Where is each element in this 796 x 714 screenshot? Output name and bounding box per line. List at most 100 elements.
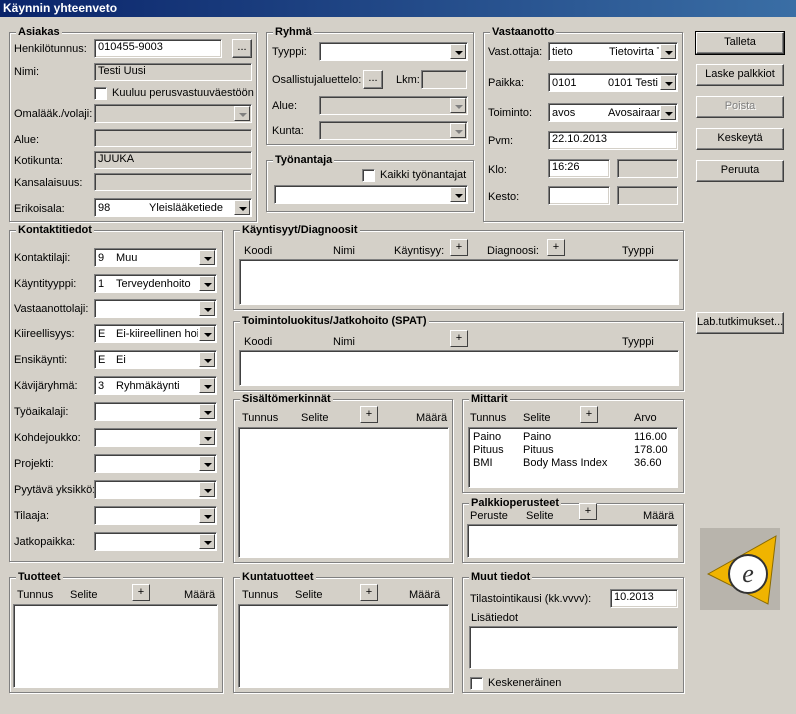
tuotteet-list[interactable] bbox=[13, 604, 218, 688]
kontakti-row-select[interactable]: E Ei-kiireellinen hoi bbox=[94, 324, 217, 343]
kontakti-row-select[interactable]: 1 Terveydenhoito bbox=[94, 274, 217, 293]
kansalaisuus-label: Kansalaisuus: bbox=[14, 177, 83, 189]
add-tuote-button[interactable]: + bbox=[132, 584, 150, 601]
kotikunta-label: Kotikunta: bbox=[14, 155, 63, 167]
kontakti-row-code: E bbox=[98, 354, 106, 366]
sisalto-list[interactable] bbox=[238, 427, 449, 558]
kontakti-row-select[interactable] bbox=[94, 428, 217, 447]
kontakti-row-select[interactable]: 9 Muu bbox=[94, 248, 217, 267]
paikka-select[interactable]: 0101 0101 Testi bbox=[548, 73, 678, 92]
osallistuja-browse-button[interactable]: ... bbox=[363, 70, 383, 89]
laske-palkkiot-button[interactable]: Laske palkkiot bbox=[696, 64, 784, 86]
erikoisala-label: Erikoisala: bbox=[14, 203, 65, 215]
chevron-down-icon[interactable] bbox=[450, 44, 466, 59]
effica-logo: e bbox=[700, 528, 780, 610]
tilastointikausi-field[interactable]: 10.2013 bbox=[610, 589, 678, 608]
klo-label: Klo: bbox=[488, 164, 507, 176]
kontakti-row-code: E bbox=[98, 328, 106, 340]
chevron-down-icon[interactable] bbox=[199, 250, 215, 265]
peruuta-button[interactable]: Peruuta bbox=[696, 160, 784, 182]
ryhma-alue-label: Alue: bbox=[272, 100, 298, 112]
kontakti-row-label: Käyntityyppi: bbox=[14, 278, 77, 290]
vastottaja-select[interactable]: tieto Tietovirta T bbox=[548, 42, 678, 61]
add-sisalto-button[interactable]: + bbox=[360, 406, 378, 423]
tuotteet-title: Tuotteet bbox=[16, 570, 63, 584]
lab-tutkimukset-button[interactable]: Lab.tutkimukset... bbox=[696, 312, 784, 334]
ryhma-tyyppi-select[interactable] bbox=[319, 42, 468, 61]
pvm-label: Pvm: bbox=[488, 135, 514, 147]
asiakas-title: Asiakas bbox=[16, 25, 62, 39]
chevron-down-icon[interactable] bbox=[199, 430, 215, 445]
kontakti-row-code: 3 bbox=[98, 380, 105, 392]
chevron-down-icon[interactable] bbox=[660, 44, 676, 59]
kontakti-row-select[interactable] bbox=[94, 299, 217, 318]
add-diagnoosi-button[interactable]: + bbox=[547, 239, 565, 256]
chevron-down-icon[interactable] bbox=[199, 326, 215, 341]
toimintoluokitus-title: Toimintoluokitus/Jatkohoito (SPAT) bbox=[240, 314, 429, 328]
chevron-down-icon[interactable] bbox=[660, 75, 676, 90]
kontakti-row-select[interactable] bbox=[94, 402, 217, 421]
add-kayntisyy-button[interactable]: + bbox=[450, 239, 468, 256]
keskeyta-button[interactable]: Keskeytä bbox=[696, 128, 784, 150]
chevron-down-icon[interactable] bbox=[199, 456, 215, 471]
mittarit-arvo-header: Arvo bbox=[634, 412, 657, 424]
chevron-down-icon[interactable] bbox=[199, 352, 215, 367]
kontakti-row-label: Kiireellisyys: bbox=[14, 328, 75, 340]
kontakti-row-select[interactable] bbox=[94, 506, 217, 525]
chevron-down-icon[interactable] bbox=[199, 378, 215, 393]
chevron-down-icon[interactable] bbox=[199, 301, 215, 316]
henkilotunnus-browse-button[interactable]: ... bbox=[232, 39, 252, 58]
ryhma-kunta-select bbox=[319, 121, 468, 140]
logo-icon: e bbox=[706, 535, 777, 605]
mittari-tunnus: Paino bbox=[473, 431, 502, 443]
chevron-down-icon[interactable] bbox=[234, 200, 250, 215]
erikoisala-select[interactable]: 98 Yleislääketiede bbox=[94, 198, 252, 217]
kontakti-row-select[interactable]: E Ei bbox=[94, 350, 217, 369]
kontakti-row-select[interactable] bbox=[94, 532, 217, 551]
kaikki-tyonantajat-checkbox[interactable] bbox=[362, 169, 375, 182]
palkkio-list[interactable] bbox=[467, 524, 678, 558]
henkilotunnus-field[interactable]: 010455-9003 bbox=[94, 39, 222, 58]
pvm-field[interactable]: 22.10.2013 bbox=[548, 131, 678, 150]
kontakti-row-select[interactable] bbox=[94, 480, 217, 499]
kayntisyyt-title: Käyntisyyt/Diagnoosit bbox=[240, 223, 360, 237]
toimintoluokitus-koodi-header: Koodi bbox=[244, 336, 273, 348]
klo-field[interactable]: 16:26 bbox=[548, 159, 610, 178]
chevron-down-icon[interactable] bbox=[660, 105, 676, 120]
kontakti-row-label: Työaikalaji: bbox=[14, 406, 69, 418]
mittarit-selite-header: Selite bbox=[523, 412, 551, 424]
add-toimintoluokitus-button[interactable]: + bbox=[450, 330, 468, 347]
mittari-tunnus: Pituus bbox=[473, 444, 504, 456]
toimintoluokitus-list[interactable] bbox=[239, 350, 679, 386]
henkilotunnus-label: Henkilötunnus: bbox=[14, 43, 87, 55]
add-kuntatuote-button[interactable]: + bbox=[360, 584, 378, 601]
kontakti-row-select[interactable] bbox=[94, 454, 217, 473]
chevron-down-icon[interactable] bbox=[199, 404, 215, 419]
keskenerainen-checkbox[interactable] bbox=[470, 677, 483, 690]
kontakti-row-code: 1 bbox=[98, 278, 105, 290]
chevron-down-icon[interactable] bbox=[199, 482, 215, 497]
tyonantaja-select[interactable] bbox=[274, 185, 468, 204]
kesto-field[interactable] bbox=[548, 186, 610, 205]
kaikki-tyonantajat-label: Kaikki työnantajat bbox=[380, 169, 467, 181]
kayntisyyt-list[interactable] bbox=[239, 259, 679, 305]
kontakti-row-select[interactable]: 3 Ryhmäkäynti bbox=[94, 376, 217, 395]
chevron-down-icon[interactable] bbox=[450, 187, 466, 202]
talleta-button[interactable]: Talleta bbox=[695, 31, 785, 55]
add-palkkio-button[interactable]: + bbox=[579, 503, 597, 520]
kontakti-row-code: 9 bbox=[98, 252, 105, 264]
chevron-down-icon[interactable] bbox=[199, 276, 215, 291]
kuntatuotteet-list[interactable] bbox=[238, 604, 449, 688]
chevron-down-icon[interactable] bbox=[199, 534, 215, 549]
sisaltomerkinnat-title: Sisältömerkinnät bbox=[240, 392, 333, 406]
kontakti-row-label: Ensikäynti: bbox=[14, 354, 68, 366]
toiminto-select[interactable]: avos Avosairaan bbox=[548, 103, 678, 122]
perusvastuu-checkbox[interactable] bbox=[94, 87, 107, 100]
keskenerainen-label: Keskeneräinen bbox=[488, 677, 562, 689]
kuntatuotteet-maara-header: Määrä bbox=[409, 589, 441, 601]
kontakti-row-label: Kävijäryhmä: bbox=[14, 380, 78, 392]
lisatiedot-field[interactable] bbox=[469, 626, 678, 669]
chevron-down-icon[interactable] bbox=[199, 508, 215, 523]
sisalto-maara-header: Määrä bbox=[416, 412, 448, 424]
add-mittari-button[interactable]: + bbox=[580, 406, 598, 423]
